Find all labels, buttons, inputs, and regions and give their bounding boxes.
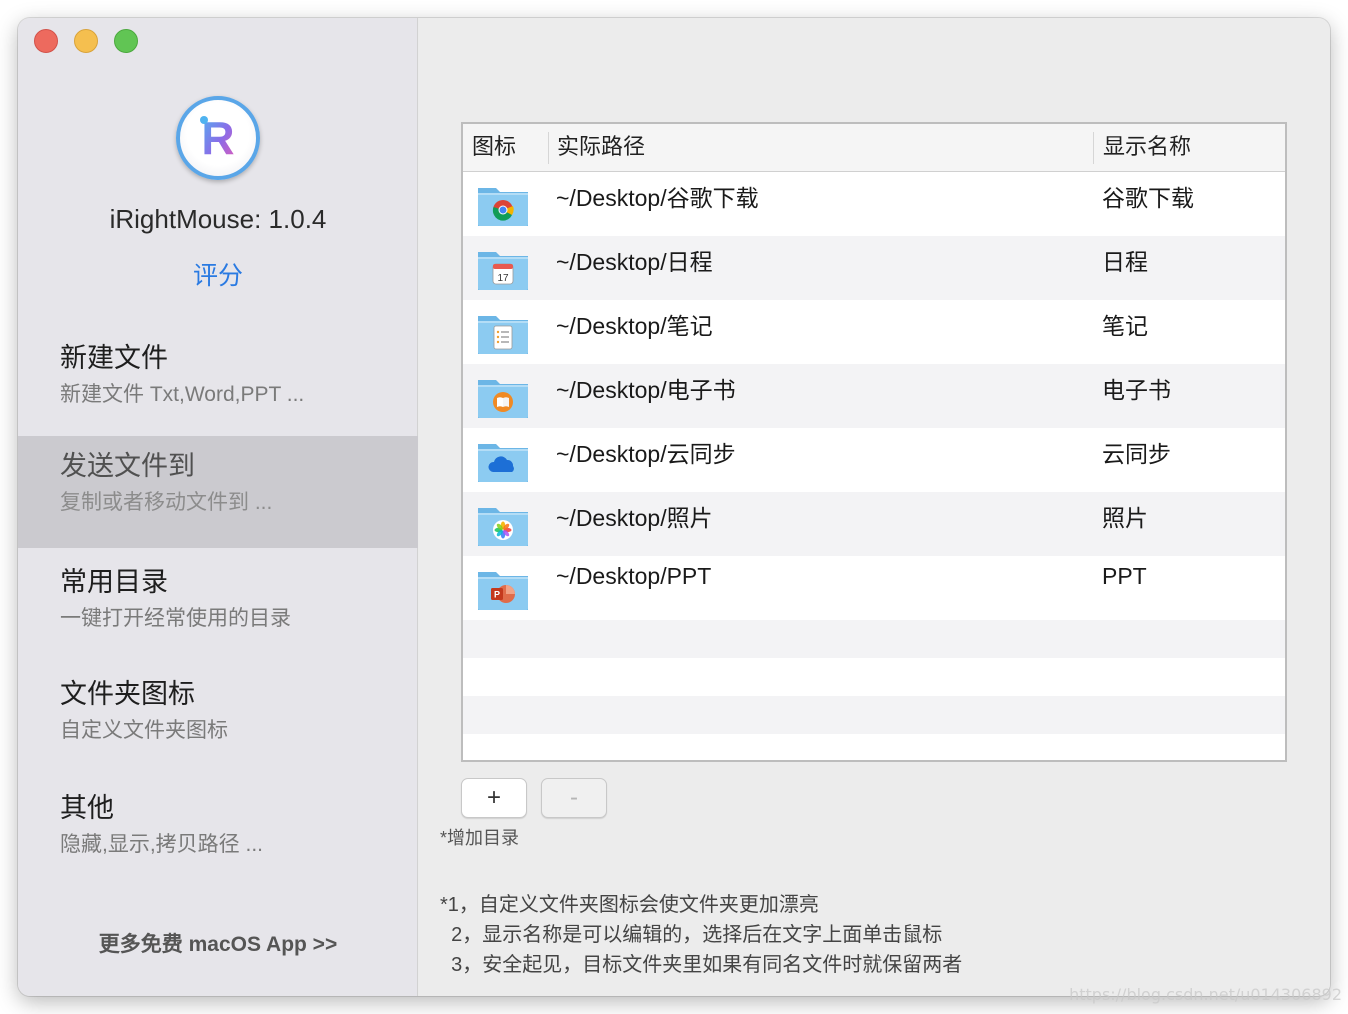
rate-link[interactable]: 评分 — [18, 256, 418, 292]
row-display-name[interactable]: 日程 — [1102, 243, 1148, 277]
empty-row — [463, 696, 1285, 734]
powerpoint-folder-icon: P — [478, 572, 528, 610]
photos-folder-icon — [478, 508, 528, 546]
column-header-icon[interactable]: 图标 — [472, 124, 516, 172]
app-logo: R — [176, 96, 260, 180]
add-directory-button[interactable]: + — [461, 778, 527, 818]
books-folder-icon — [478, 380, 528, 418]
row-path: ~/Desktop/电子书 — [556, 377, 736, 403]
app-logo-icon: R — [200, 112, 235, 164]
sidebar-item-new-file[interactable]: 新建文件 新建文件 Txt,Word,PPT ... — [18, 328, 418, 440]
row-display-name[interactable]: 电子书 — [1102, 371, 1171, 405]
calendar-day: 17 — [497, 273, 509, 284]
sidebar-item-common-dirs[interactable]: 常用目录 一键打开经常使用的目录 — [18, 552, 418, 664]
row-path: ~/Desktop/谷歌下载 — [556, 185, 759, 211]
column-divider[interactable] — [1093, 132, 1094, 164]
notes-block: *1，自定义文件夹图标会使文件夹更加漂亮 2，显示名称是可以编辑的，选择后在文字… — [440, 890, 962, 980]
empty-row — [463, 658, 1285, 696]
row-path: ~/Desktop/照片 — [556, 505, 713, 531]
note-line: 2，显示名称是可以编辑的，选择后在文字上面单击鼠标 — [440, 924, 943, 946]
column-divider[interactable] — [548, 132, 549, 164]
sidebar-item-other[interactable]: 其他 隐藏,显示,拷贝路径 ... — [18, 778, 418, 890]
row-path: ~/Desktop/笔记 — [556, 313, 713, 339]
column-header-path[interactable]: 实际路径 — [557, 124, 645, 172]
sidebar: R iRightMouse: 1.0.4 评分 新建文件 新建文件 Txt,Wo… — [18, 18, 418, 996]
main-panel: 图标 实际路径 显示名称 ~/Desktop/谷歌下载 谷歌下载 17 ~/De… — [419, 18, 1330, 996]
add-directory-hint: *增加目录 — [440, 828, 520, 848]
cloud-folder-icon — [478, 444, 528, 482]
column-header-display-name[interactable]: 显示名称 — [1103, 124, 1191, 172]
table-row[interactable]: ~/Desktop/电子书 电子书 — [463, 364, 1285, 428]
sidebar-item-send-to[interactable]: 发送文件到 复制或者移动文件到 ... — [18, 436, 418, 548]
note-line: 3，安全起见，目标文件夹里如果有同名文件时就保留两者 — [440, 954, 963, 976]
notes-folder-icon — [478, 316, 528, 354]
row-path: ~/Desktop/PPT — [556, 563, 712, 589]
note-line: *1，自定义文件夹图标会使文件夹更加漂亮 — [440, 894, 819, 916]
sidebar-item-title: 文件夹图标 — [60, 679, 195, 709]
row-display-name[interactable]: PPT — [1102, 563, 1147, 590]
table-row[interactable]: ~/Desktop/笔记 笔记 — [463, 300, 1285, 364]
row-path: ~/Desktop/云同步 — [556, 441, 736, 467]
minimize-window-button[interactable] — [74, 29, 98, 53]
row-display-name[interactable]: 笔记 — [1102, 307, 1148, 341]
chrome-folder-icon — [478, 188, 528, 226]
row-path: ~/Desktop/日程 — [556, 249, 713, 275]
empty-row — [463, 734, 1285, 772]
calendar-folder-icon: 17 — [478, 252, 528, 290]
table-row[interactable]: ~/Desktop/照片 照片 — [463, 492, 1285, 556]
sidebar-item-subtitle: 复制或者移动文件到 ... — [60, 491, 273, 514]
table-row[interactable]: 17 ~/Desktop/日程 日程 — [463, 236, 1285, 300]
sidebar-item-subtitle: 一键打开经常使用的目录 — [60, 607, 291, 630]
sidebar-item-title: 新建文件 — [60, 343, 168, 373]
close-window-button[interactable] — [34, 29, 58, 53]
row-display-name[interactable]: 照片 — [1102, 499, 1148, 533]
zoom-window-button[interactable] — [114, 29, 138, 53]
sidebar-item-title: 发送文件到 — [60, 451, 195, 481]
table-header: 图标 实际路径 显示名称 — [463, 124, 1285, 172]
more-apps-link[interactable]: 更多免费 macOS App >> — [18, 928, 418, 958]
table-row[interactable]: ~/Desktop/谷歌下载 谷歌下载 — [463, 172, 1285, 236]
sidebar-item-title: 常用目录 — [60, 567, 168, 597]
empty-row — [463, 620, 1285, 658]
sidebar-item-subtitle: 自定义文件夹图标 — [60, 719, 228, 742]
remove-directory-button[interactable]: - — [541, 778, 607, 818]
sidebar-item-folder-icons[interactable]: 文件夹图标 自定义文件夹图标 — [18, 664, 418, 776]
row-display-name[interactable]: 谷歌下载 — [1102, 179, 1194, 213]
app-version-label: iRightMouse: 1.0.4 — [109, 204, 327, 234]
app-window: R iRightMouse: 1.0.4 评分 新建文件 新建文件 Txt,Wo… — [18, 18, 1330, 996]
sidebar-item-subtitle: 新建文件 Txt,Word,PPT ... — [60, 383, 305, 406]
svg-text:P: P — [494, 590, 500, 600]
sidebar-item-subtitle: 隐藏,显示,拷贝路径 ... — [60, 833, 264, 856]
sidebar-item-title: 其他 — [60, 793, 114, 823]
watermark: https://blog.csdn.net/u014306892 — [1069, 985, 1342, 1004]
table-row[interactable]: ~/Desktop/云同步 云同步 — [463, 428, 1285, 492]
directory-table[interactable]: 图标 实际路径 显示名称 ~/Desktop/谷歌下载 谷歌下载 17 ~/De… — [461, 122, 1287, 762]
table-row[interactable]: P ~/Desktop/PPT PPT — [463, 556, 1285, 620]
row-display-name[interactable]: 云同步 — [1102, 435, 1171, 469]
